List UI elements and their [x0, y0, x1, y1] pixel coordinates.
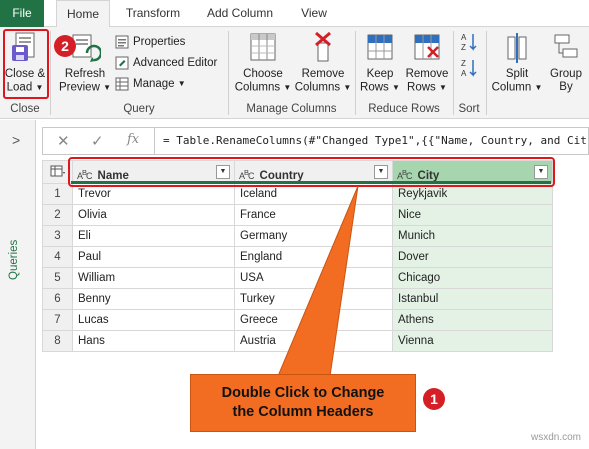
step-1-badge: 1: [423, 388, 445, 410]
callout-line1: Double Click to Change: [221, 385, 385, 401]
callout-arrow-shape: [277, 185, 359, 377]
callout-line2: the Column Headers: [232, 404, 374, 420]
instruction-callout: Double Click to Change the Column Header…: [190, 374, 416, 432]
watermark: wsxdn.com: [530, 432, 581, 443]
